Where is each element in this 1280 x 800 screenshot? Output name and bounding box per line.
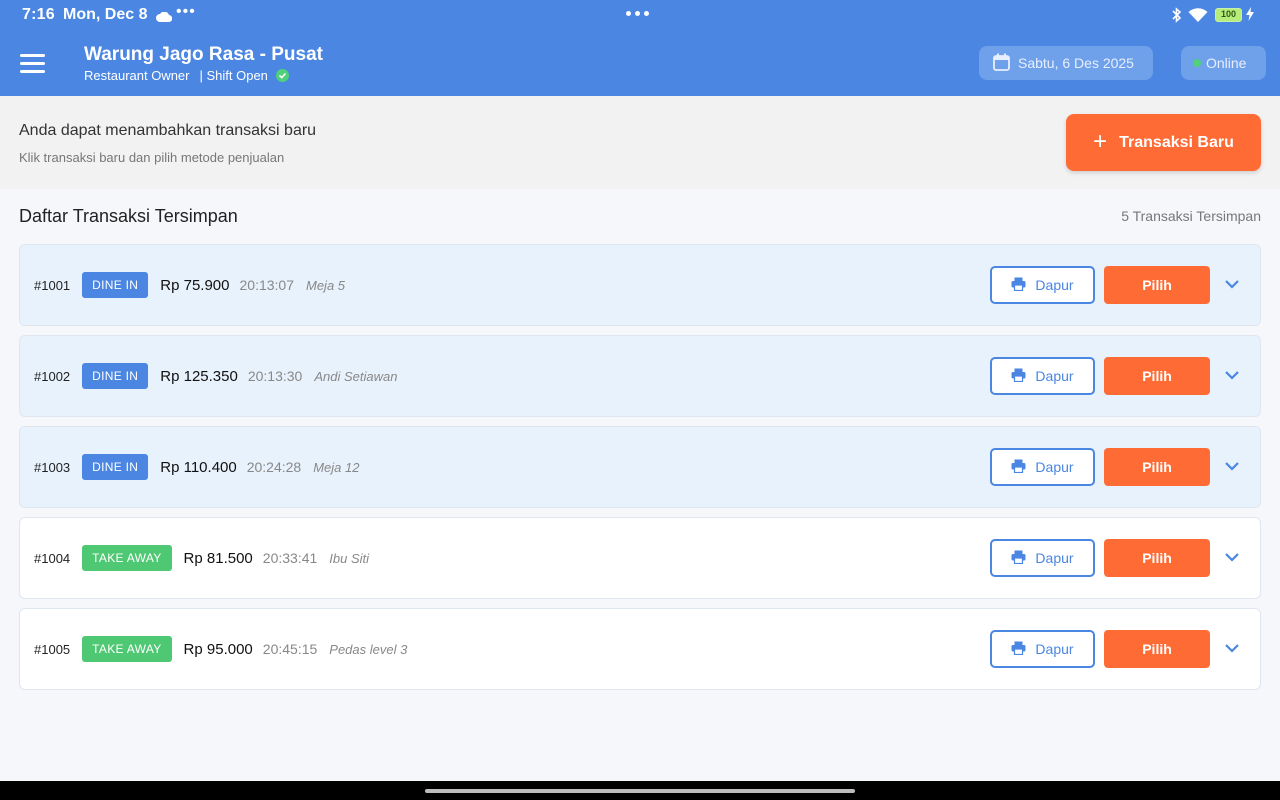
date-button[interactable]: Sabtu, 6 Des 2025 [979, 46, 1153, 80]
online-status-badge[interactable]: Online [1181, 46, 1266, 80]
plus-icon: + [1093, 127, 1108, 155]
transaction-note: Pedas level 3 [329, 641, 408, 657]
select-button[interactable]: Pilih [1104, 266, 1210, 304]
store-name: Warung Jago Rasa - Pusat [84, 44, 323, 65]
user-role: Restaurant Owner [84, 68, 190, 83]
order-type-badge: DINE IN [82, 363, 149, 389]
transaction-time: 20:45:15 [262, 641, 318, 657]
transaction-count: 5 Transaksi Tersimpan [1121, 208, 1261, 224]
transaction-amount: Rp 95.000 [183, 640, 253, 658]
chevron-down-icon[interactable] [1223, 459, 1241, 473]
kitchen-print-button[interactable]: Dapur [990, 266, 1095, 304]
transaction-id: #1005 [34, 641, 71, 657]
system-navigation-bar [0, 781, 1280, 800]
chevron-down-icon[interactable] [1223, 368, 1241, 382]
select-button[interactable]: Pilih [1104, 539, 1210, 577]
transaction-time: 20:33:41 [262, 550, 318, 566]
printer-icon [1011, 368, 1026, 385]
status-date: Mon, Dec 8 [63, 6, 148, 23]
transaction-row[interactable]: #1002 DINE IN Rp 125.350 20:13:30 Andi S… [19, 335, 1261, 417]
banner-title: Anda dapat menambahkan transaksi baru [19, 122, 317, 139]
transaction-row[interactable]: #1001 DINE IN Rp 75.900 20:13:07 Meja 5 … [19, 244, 1261, 326]
kitchen-print-button[interactable]: Dapur [990, 539, 1095, 577]
order-type-badge: TAKE AWAY [82, 545, 172, 571]
kitchen-label: Dapur [1035, 550, 1074, 566]
transaction-row[interactable]: #1003 DINE IN Rp 110.400 20:24:28 Meja 1… [19, 426, 1261, 508]
kitchen-label: Dapur [1035, 459, 1074, 475]
transaction-id: #1002 [34, 368, 71, 384]
multitask-dots-icon[interactable] [626, 11, 649, 16]
order-type-badge: DINE IN [82, 454, 149, 480]
transaction-note: Ibu Siti [329, 550, 370, 566]
shift-status: | Shift Open [199, 68, 268, 83]
transaction-amount: Rp 75.900 [160, 276, 230, 294]
transaction-amount: Rp 81.500 [183, 549, 253, 567]
order-type-badge: DINE IN [82, 272, 149, 298]
home-gesture-handle[interactable] [425, 789, 855, 793]
chevron-down-icon[interactable] [1223, 641, 1241, 655]
select-button[interactable]: Pilih [1104, 630, 1210, 668]
transaction-id: #1001 [34, 277, 71, 293]
list-title: Daftar Transaksi Tersimpan [19, 206, 238, 226]
status-time: 7:16 [22, 6, 55, 23]
new-transaction-button[interactable]: + Transaksi Baru [1066, 114, 1261, 171]
transaction-id: #1003 [34, 459, 71, 475]
kitchen-label: Dapur [1035, 641, 1074, 657]
select-button[interactable]: Pilih [1104, 357, 1210, 395]
wifi-icon [1188, 8, 1208, 27]
new-transaction-banner: Anda dapat menambahkan transaksi baru Kl… [0, 96, 1280, 189]
printer-icon [1011, 550, 1026, 567]
transaction-id: #1004 [34, 550, 71, 566]
transaction-row[interactable]: #1005 TAKE AWAY Rp 95.000 20:45:15 Pedas… [19, 608, 1261, 690]
bluetooth-icon [1171, 7, 1182, 28]
check-circle-icon [275, 69, 289, 82]
banner-subtitle: Klik transaksi baru dan pilih metode pen… [19, 150, 285, 165]
select-button[interactable]: Pilih [1104, 448, 1210, 486]
transaction-amount: Rp 125.350 [160, 367, 238, 385]
transaction-time: 20:13:07 [239, 277, 295, 293]
date-label: Sabtu, 6 Des 2025 [1018, 55, 1134, 71]
app-header: 7:16 Mon, Dec 8 ••• 100 Warung Jago Rasa… [0, 0, 1280, 96]
chevron-down-icon[interactable] [1223, 550, 1241, 564]
printer-icon [1011, 459, 1026, 476]
cloud-icon [156, 9, 173, 27]
printer-icon [1011, 277, 1026, 294]
transaction-note: Meja 12 [313, 459, 360, 475]
transaction-time: 20:13:30 [247, 368, 303, 384]
kitchen-print-button[interactable]: Dapur [990, 357, 1095, 395]
order-type-badge: TAKE AWAY [82, 636, 172, 662]
charging-icon [1246, 7, 1254, 26]
store-subtitle: Restaurant Owner | Shift Open [84, 68, 289, 83]
transaction-row[interactable]: #1004 TAKE AWAY Rp 81.500 20:33:41 Ibu S… [19, 517, 1261, 599]
online-dot-icon [1193, 59, 1201, 67]
kitchen-print-button[interactable]: Dapur [990, 630, 1095, 668]
battery-icon: 100 [1215, 8, 1242, 22]
printer-icon [1011, 641, 1026, 658]
calendar-icon [993, 53, 1010, 74]
transaction-amount: Rp 110.400 [160, 458, 237, 476]
chevron-down-icon[interactable] [1223, 277, 1241, 291]
notification-more-icon: ••• [176, 3, 196, 20]
transaction-time: 20:24:28 [246, 459, 302, 475]
online-label: Online [1206, 55, 1247, 71]
transaction-note: Meja 5 [306, 277, 346, 293]
kitchen-label: Dapur [1035, 277, 1074, 293]
hamburger-icon[interactable] [20, 54, 46, 74]
status-bar: 7:16 Mon, Dec 8 ••• 100 [0, 0, 1280, 30]
kitchen-label: Dapur [1035, 368, 1074, 384]
transaction-note: Andi Setiawan [314, 368, 398, 384]
kitchen-print-button[interactable]: Dapur [990, 448, 1095, 486]
new-transaction-label: Transaksi Baru [1119, 133, 1234, 151]
